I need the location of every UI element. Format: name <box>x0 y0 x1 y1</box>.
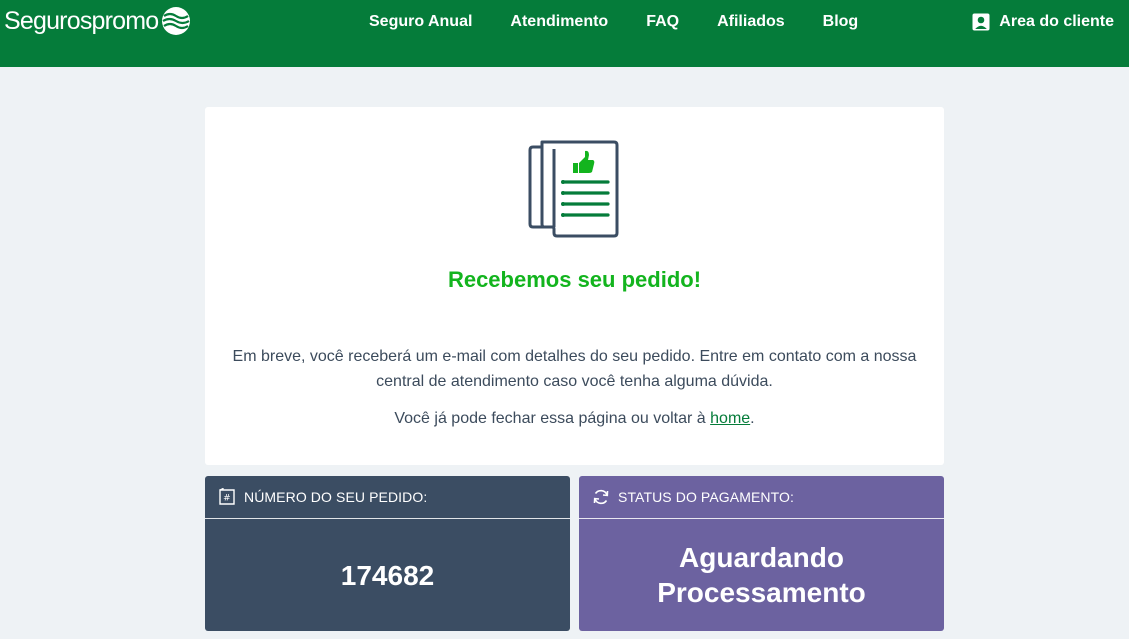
payment-status-line-1: Aguardando <box>679 542 844 573</box>
confirmation-card: Recebemos seu pedido! Em breve, você rec… <box>205 107 944 465</box>
close-page-text: Você já pode fechar essa página ou volta… <box>230 406 919 431</box>
svg-text:#: # <box>223 494 231 504</box>
order-number-label: NÚMERO DO SEU PEDIDO: <box>244 489 428 505</box>
logo-text: Segurospromo <box>4 6 159 35</box>
user-icon <box>972 13 990 31</box>
order-number-box: # NÚMERO DO SEU PEDIDO: 174682 <box>205 476 570 631</box>
nav-faq[interactable]: FAQ <box>646 12 679 32</box>
main-nav: Seguro Anual Atendimento FAQ Afiliados B… <box>350 12 877 32</box>
close-page-prefix: Você já pode fechar essa página ou volta… <box>394 410 711 427</box>
home-link[interactable]: home <box>710 410 750 427</box>
logo[interactable]: Segurospromo <box>4 4 191 38</box>
close-page-suffix: . <box>750 410 755 427</box>
order-number-value: 174682 <box>340 559 435 591</box>
nav-blog[interactable]: Blog <box>823 12 859 32</box>
payment-status-value: Aguardando Processamento <box>579 519 944 631</box>
payment-status-header: STATUS DO PAGAMENTO: <box>579 476 944 519</box>
nav-afiliados[interactable]: Afiliados <box>717 12 785 32</box>
payment-status-box: STATUS DO PAGAMENTO: Aguardando Processa… <box>579 476 944 631</box>
receipt-icon: # <box>219 488 235 505</box>
confirmation-title: Recebemos seu pedido! <box>447 267 702 292</box>
logo-waves-icon <box>162 7 191 35</box>
client-area-link[interactable]: Area do cliente <box>972 12 1114 32</box>
confirmation-message: Em breve, você receberá um e-mail com de… <box>232 348 917 390</box>
order-number-header: # NÚMERO DO SEU PEDIDO: <box>205 476 570 519</box>
client-area-label: Area do cliente <box>999 13 1114 30</box>
payment-status-line-2: Processamento <box>657 577 866 608</box>
payment-status-label: STATUS DO PAGAMENTO: <box>618 489 794 505</box>
top-navbar: Segurospromo Seguro Anual Atendimento FA… <box>0 0 1129 67</box>
nav-seguro-anual[interactable]: Seguro Anual <box>369 12 472 32</box>
document-thumbs-up-icon <box>528 140 619 238</box>
refresh-icon <box>593 489 609 505</box>
nav-atendimento[interactable]: Atendimento <box>510 12 608 32</box>
